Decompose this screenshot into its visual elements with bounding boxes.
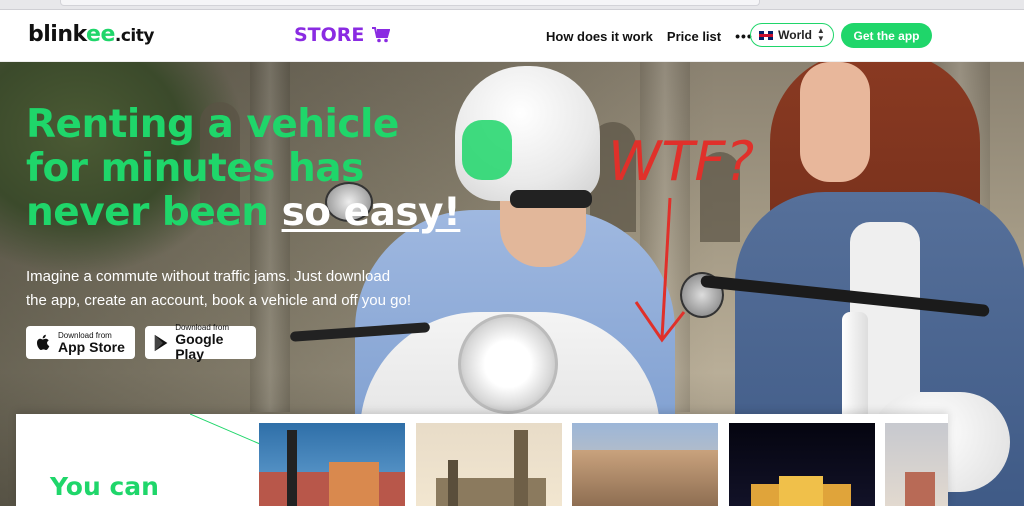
uk-flag-icon [759, 30, 774, 40]
hero-headline: Renting a vehicle for minutes has never … [26, 103, 466, 235]
city-thumbnail[interactable] [416, 423, 562, 506]
sort-arrows-icon: ▲ ▼ [816, 26, 825, 43]
badge-big-text: Google Play [175, 331, 224, 362]
headline-line: Renting a vehicle [26, 102, 399, 147]
subtitle-line: the app, create an account, book a vehic… [26, 292, 411, 309]
city-thumbnail[interactable] [729, 423, 875, 506]
city-thumbnail[interactable] [572, 423, 718, 506]
app-store-text: Download from App Store [58, 331, 125, 355]
region-select[interactable]: World ▲ ▼ [750, 23, 834, 47]
site-header: blinkee.city STORE How does it work Pric… [0, 10, 1024, 62]
city-thumbnail[interactable] [885, 423, 948, 506]
region-label: World [778, 28, 812, 42]
nav-price-list[interactable]: Price list [667, 29, 721, 44]
logo-tld: .city [114, 26, 155, 46]
nav-how-it-works[interactable]: How does it work [546, 29, 653, 44]
hero-subtitle: Imagine a commute without traffic jams. … [26, 265, 466, 313]
subtitle-line: Imagine a commute without traffic jams. … [26, 268, 391, 285]
sunglasses [510, 190, 592, 208]
google-play-icon [154, 334, 168, 351]
badge-big-text: App Store [58, 338, 125, 355]
store-link[interactable]: STORE [294, 24, 391, 46]
woman-face [800, 62, 870, 182]
get-app-button[interactable]: Get the app [841, 23, 932, 48]
main-nav: How does it work Price list ••• [546, 28, 767, 44]
apple-icon [37, 334, 50, 350]
section-heading: You can [50, 472, 159, 501]
headline-line: for minutes has [26, 146, 364, 191]
headline-emphasis: so easy! [281, 190, 461, 235]
address-bar[interactable] [60, 0, 760, 6]
logo-accent: ee [86, 22, 115, 47]
google-play-text: Download from Google Play [175, 323, 248, 362]
wtf-annotation: WTF? [608, 130, 754, 343]
helmet-logo-stripe [462, 120, 512, 180]
headline-line: never been [26, 190, 282, 235]
connector-line [190, 414, 261, 445]
app-store-badge[interactable]: Download from App Store [26, 326, 135, 359]
browser-chrome [0, 0, 1024, 10]
logo-text: blink [28, 22, 87, 47]
scooter-headlight [458, 314, 558, 414]
store-label: STORE [294, 24, 365, 46]
shopping-cart-icon [372, 27, 391, 43]
google-play-badge[interactable]: Download from Google Play [145, 323, 256, 362]
blinkee-logo[interactable]: blinkee.city [28, 22, 154, 47]
city-thumbnail[interactable] [259, 423, 405, 506]
annotation-text: WTF? [608, 130, 754, 193]
